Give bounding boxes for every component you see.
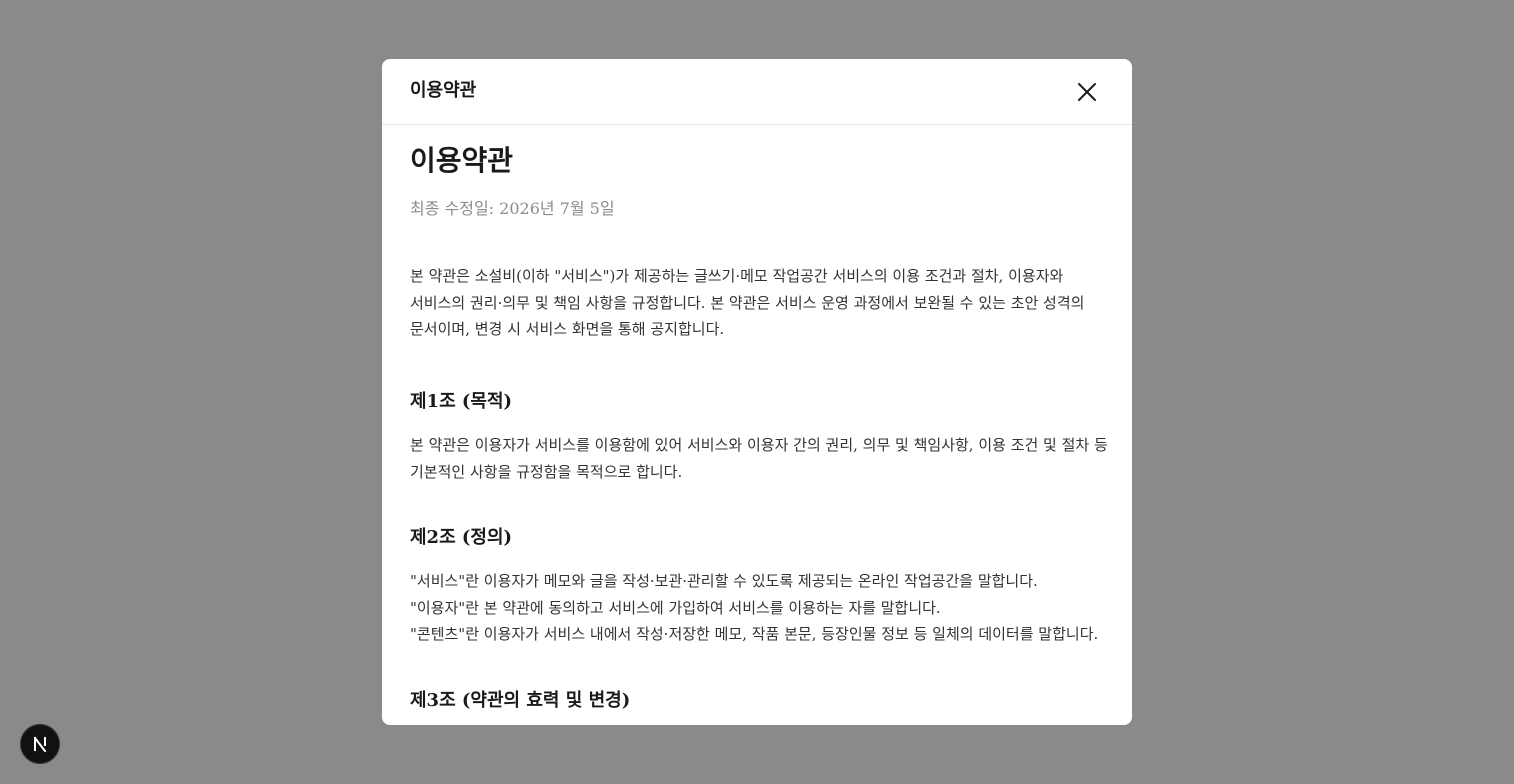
intro-paragraph: 본 약관은 소설비(이하 "서비스")가 제공하는 글쓰기·메모 작업공간 서비… <box>410 263 1102 343</box>
section-body-article-1: 본 약관은 이용자가 서비스를 이용함에 있어 서비스와 이용자 간의 권리, … <box>410 432 1108 485</box>
section-line: "서비스"란 이용자가 메모와 글을 작성·보관·관리할 수 있도록 제공되는 … <box>410 572 1038 590</box>
modal-title: 이용약관 <box>410 80 477 101</box>
intro-line: 문서이며, 변경 시 서비스 화면을 통해 공지합니다. <box>410 320 725 338</box>
section-title-article-3: 제3조 (약관의 효력 및 변경) <box>410 690 631 711</box>
nextjs-dev-tools-button[interactable] <box>20 724 60 764</box>
close-button[interactable] <box>1072 77 1102 107</box>
terms-modal: 이용약관 이용약관 최종 수정일: 2026년 7월 5일 본 약관은 소설비(… <box>382 59 1132 725</box>
last-updated-date: 최종 수정일: 2026년 7월 5일 <box>410 199 615 218</box>
section-body-article-2: "서비스"란 이용자가 메모와 글을 작성·보관·관리할 수 있도록 제공되는 … <box>410 568 1102 648</box>
intro-line: 서비스의 권리·의무 및 책임 사항을 규정합니다. 본 약관은 서비스 운영 … <box>410 293 1085 312</box>
modal-body-scroll[interactable]: 이용약관 최종 수정일: 2026년 7월 5일 본 약관은 소설비(이하 "서… <box>382 125 1132 725</box>
close-icon <box>1078 83 1096 101</box>
modal-header: 이용약관 <box>382 59 1132 125</box>
section-title-article-2: 제2조 (정의) <box>410 527 513 548</box>
section-line: 기본적인 사항을 규정함을 목적으로 합니다. <box>410 462 683 481</box>
nextjs-logo-icon <box>33 736 47 753</box>
section-title-article-1: 제1조 (목적) <box>410 391 513 412</box>
section-line: 본 약관은 이용자가 서비스를 이용함에 있어 서비스와 이용자 간의 권리, … <box>410 436 1108 454</box>
document-title: 이용약관 <box>410 144 514 177</box>
intro-line: 본 약관은 소설비(이하 "서비스")가 제공하는 글쓰기·메모 작업공간 서비… <box>410 267 1064 285</box>
section-line: "콘텐츠"란 이용자가 서비스 내에서 작성·저장한 메모, 작품 본문, 등장… <box>410 625 1099 643</box>
section-line: "이용자"란 본 약관에 동의하고 서비스에 가입하여 서비스를 이용하는 자를… <box>410 598 941 617</box>
